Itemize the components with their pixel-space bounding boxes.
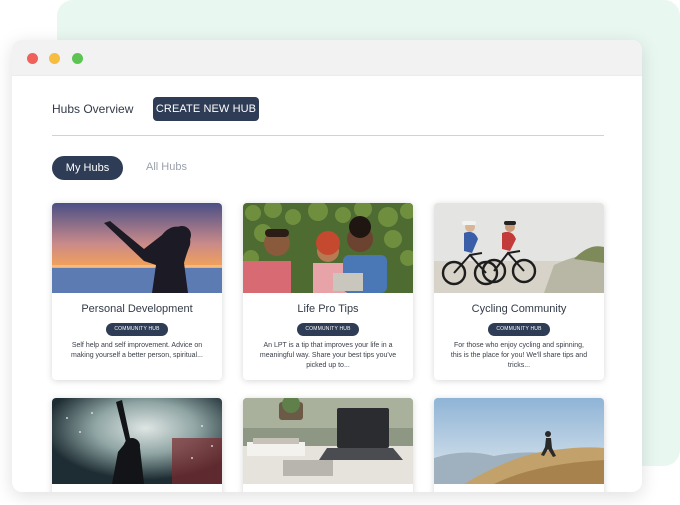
tab-all-hubs[interactable]: All Hubs <box>146 161 187 173</box>
hub-card-workspace[interactable] <box>243 398 413 492</box>
hub-title: Life Pro Tips <box>297 303 359 315</box>
community-hub-badge: COMMUNITY HUB <box>488 323 550 336</box>
close-window-dot[interactable] <box>27 53 38 64</box>
hub-image-friends-laughing <box>243 203 413 293</box>
hub-description: For those who enjoy cycling and spinning… <box>450 342 588 369</box>
hub-description: An LPT is a tip that improves your life … <box>259 342 397 369</box>
hub-card-cycling-community[interactable]: Cycling Community COMMUNITY HUB For thos… <box>434 203 604 380</box>
minimize-window-dot[interactable] <box>49 53 60 64</box>
hub-image-sunset-silhouette <box>52 203 222 293</box>
page-title: Hubs Overview <box>52 102 134 116</box>
maximize-window-dot[interactable] <box>72 53 83 64</box>
hub-title: Personal Development <box>81 303 193 315</box>
community-hub-badge: COMMUNITY HUB <box>106 323 168 336</box>
hubs-page: Hubs Overview CREATE NEW HUB My Hubs All… <box>12 75 642 492</box>
hub-image-laptop-desk <box>243 398 413 484</box>
header-divider <box>52 135 604 136</box>
hub-image-cyclists <box>434 203 604 293</box>
hub-card-concert[interactable] <box>52 398 222 492</box>
hub-card-personal-development[interactable]: Personal Development COMMUNITY HUB Self … <box>52 203 222 380</box>
browser-window: Hubs Overview CREATE NEW HUB My Hubs All… <box>12 40 642 492</box>
window-titlebar <box>12 40 642 76</box>
hub-title: Cycling Community <box>471 303 567 315</box>
create-new-hub-button[interactable]: CREATE NEW HUB <box>153 97 259 121</box>
tab-my-hubs[interactable]: My Hubs <box>52 156 123 180</box>
hub-image-hill-runner <box>434 398 604 484</box>
hub-card-trail-running[interactable] <box>434 398 604 492</box>
hub-image-concert-smoke <box>52 398 222 484</box>
community-hub-badge: COMMUNITY HUB <box>297 323 359 336</box>
hub-description: Self help and self improvement. Advice o… <box>71 342 203 359</box>
hub-card-life-pro-tips[interactable]: Life Pro Tips COMMUNITY HUB An LPT is a … <box>243 203 413 380</box>
